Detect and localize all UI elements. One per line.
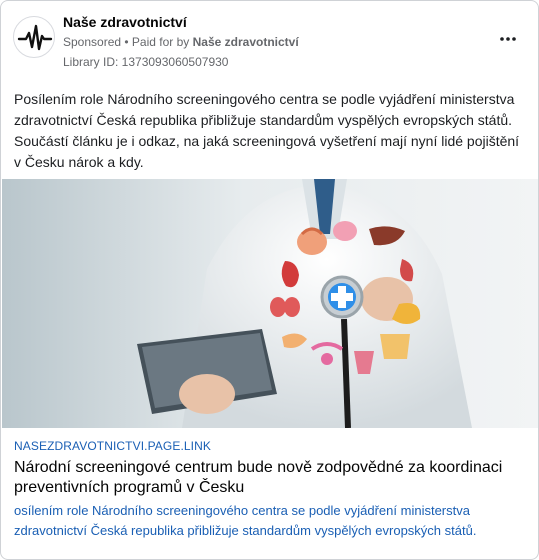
- library-id: Library ID: 1373093060507930: [63, 55, 229, 69]
- ad-body-text: Posílením role Národního screeningového …: [14, 91, 520, 170]
- link-preview[interactable]: NASEZDRAVOTNICTVI.PAGE.LINK Národní scre…: [14, 439, 529, 541]
- heartbeat-logo-icon: [17, 24, 53, 51]
- ad-header: Naše zdravotnictví Sponsored • Paid for …: [13, 11, 526, 73]
- paid-for-prefix: • Paid for by: [121, 35, 193, 49]
- link-title[interactable]: Národní screeningové centrum bude nově z…: [14, 458, 529, 498]
- paid-for-by-link[interactable]: Naše zdravotnictví: [193, 35, 299, 49]
- sponsored-line: Sponsored • Paid for by Naše zdravotnict…: [63, 35, 299, 49]
- more-horizontal-icon: [500, 37, 516, 41]
- ad-card: Naše zdravotnictví Sponsored • Paid for …: [0, 0, 539, 560]
- page-name-link[interactable]: Naše zdravotnictví: [63, 14, 187, 30]
- sponsored-label: Sponsored: [63, 35, 122, 49]
- link-description[interactable]: osílením role Národního screeningového c…: [14, 501, 529, 541]
- link-domain[interactable]: NASEZDRAVOTNICTVI.PAGE.LINK: [14, 439, 529, 453]
- doctor-organs-illustration: [2, 179, 538, 428]
- page-avatar[interactable]: [13, 16, 55, 58]
- more-options-button[interactable]: [500, 31, 516, 42]
- ad-image[interactable]: [2, 179, 538, 428]
